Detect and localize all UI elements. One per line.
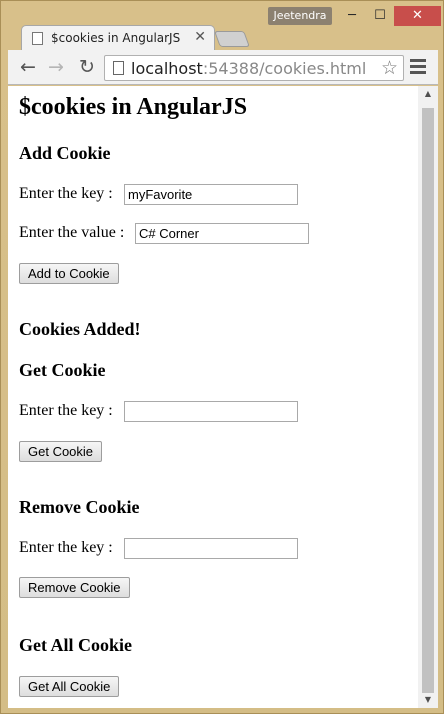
page-title: $cookies in AngularJS: [19, 94, 248, 120]
menu-icon[interactable]: [410, 57, 426, 77]
add-cookie-heading: Add Cookie: [19, 143, 111, 163]
remove-cookie-heading: Remove Cookie: [19, 497, 140, 517]
tab-title: $cookies in AngularJS: [51, 31, 181, 45]
remove-key-label: Enter the key :: [19, 539, 113, 556]
reload-icon[interactable]: ↻: [75, 55, 99, 79]
browser-tab[interactable]: $cookies in AngularJS ✕: [21, 25, 215, 50]
page-content: $cookies in AngularJS Add Cookie Enter t…: [8, 86, 418, 708]
browser-window: Jeetendra ─ ☐ ✕ $cookies in AngularJS ✕ …: [0, 0, 444, 714]
tab-close-icon[interactable]: ✕: [194, 29, 206, 45]
new-tab-button[interactable]: [214, 31, 250, 47]
forward-arrow-icon[interactable]: →: [44, 55, 68, 79]
back-arrow-icon[interactable]: ←: [16, 55, 40, 79]
close-window-button[interactable]: ✕: [394, 6, 441, 26]
add-value-input[interactable]: C# Corner: [135, 223, 309, 244]
browser-toolbar: ← → ↻ localhost:54388/cookies.html ☆: [8, 50, 438, 85]
page-icon: [113, 61, 124, 75]
get-all-cookie-button[interactable]: Get All Cookie: [19, 676, 120, 697]
profile-badge[interactable]: Jeetendra: [268, 7, 332, 25]
get-key-label: Enter the key :: [19, 402, 113, 419]
url-text[interactable]: localhost:54388/cookies.html: [131, 59, 366, 78]
get-cookie-button[interactable]: Get Cookie: [19, 441, 103, 462]
add-value-label: Enter the value :: [19, 224, 125, 241]
add-key-input[interactable]: myFavorite: [124, 184, 298, 205]
add-to-cookie-button[interactable]: Add to Cookie: [19, 263, 119, 284]
status-message: Cookies Added!: [19, 319, 141, 339]
maximize-button[interactable]: ☐: [366, 6, 394, 26]
remove-key-input[interactable]: [124, 538, 298, 559]
page-viewport: $cookies in AngularJS Add Cookie Enter t…: [8, 86, 438, 708]
add-key-label: Enter the key :: [19, 185, 113, 202]
get-key-input[interactable]: [124, 401, 298, 422]
bookmark-star-icon[interactable]: ☆: [381, 57, 398, 79]
get-all-cookie-heading: Get All Cookie: [19, 635, 132, 655]
scroll-thumb[interactable]: [422, 108, 434, 693]
scroll-down-arrow-icon[interactable]: ▼: [418, 692, 438, 708]
minimize-button[interactable]: ─: [338, 6, 366, 26]
get-cookie-heading: Get Cookie: [19, 360, 106, 380]
vertical-scrollbar[interactable]: ▲ ▼: [418, 86, 438, 708]
remove-cookie-button[interactable]: Remove Cookie: [19, 577, 130, 598]
address-bar[interactable]: localhost:54388/cookies.html ☆: [104, 55, 404, 81]
page-icon: [32, 32, 43, 45]
scroll-up-arrow-icon[interactable]: ▲: [418, 86, 438, 102]
